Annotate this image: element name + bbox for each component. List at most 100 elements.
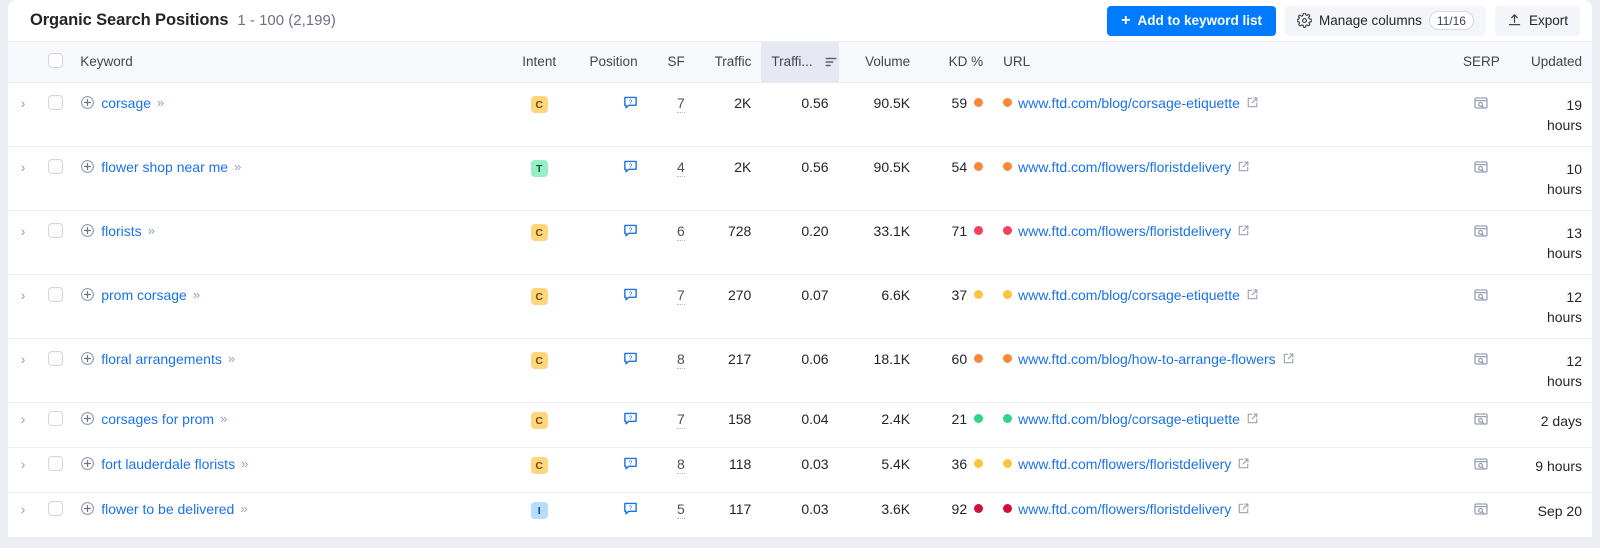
- row-checkbox[interactable]: [48, 455, 64, 471]
- header-url[interactable]: URL: [993, 42, 1444, 83]
- header-volume[interactable]: Volume: [838, 42, 921, 83]
- header-kd[interactable]: KD %: [920, 42, 994, 83]
- manage-columns-button[interactable]: Manage columns 11/16: [1285, 5, 1486, 36]
- select-all-checkbox[interactable]: [48, 52, 64, 68]
- url-link[interactable]: www.ftd.com/flowers/floristdelivery: [1018, 501, 1231, 517]
- external-link-icon[interactable]: [1282, 352, 1295, 365]
- url-link[interactable]: www.ftd.com/blog/corsage-etiquette: [1018, 95, 1240, 111]
- serp-preview-icon[interactable]: [1473, 95, 1489, 111]
- keyword-more-icon[interactable]: »: [148, 224, 155, 237]
- keyword-link[interactable]: corsage: [101, 95, 151, 111]
- url-link[interactable]: www.ftd.com/flowers/floristdelivery: [1018, 159, 1231, 175]
- intent-badge[interactable]: I: [530, 502, 548, 520]
- sf-question-icon[interactable]: ?: [623, 159, 638, 174]
- add-keyword-icon[interactable]: [80, 351, 95, 366]
- export-button[interactable]: Export: [1494, 5, 1580, 36]
- expand-row-icon[interactable]: ›: [21, 223, 26, 238]
- external-link-icon[interactable]: [1246, 96, 1259, 109]
- row-checkbox[interactable]: [48, 158, 64, 174]
- url-link[interactable]: www.ftd.com/blog/corsage-etiquette: [1018, 287, 1240, 303]
- serp-preview-icon[interactable]: [1473, 287, 1489, 303]
- expand-row-icon[interactable]: ›: [21, 351, 26, 366]
- sf-question-icon[interactable]: ?: [623, 411, 638, 426]
- header-intent[interactable]: Intent: [508, 42, 571, 83]
- external-link-icon[interactable]: [1246, 288, 1259, 301]
- url-link[interactable]: www.ftd.com/blog/corsage-etiquette: [1018, 411, 1240, 427]
- keyword-more-icon[interactable]: »: [193, 288, 200, 301]
- keyword-more-icon[interactable]: »: [157, 96, 164, 109]
- intent-badge[interactable]: C: [530, 457, 548, 475]
- expand-row-icon[interactable]: ›: [21, 411, 26, 426]
- add-keyword-icon[interactable]: [80, 159, 95, 174]
- keyword-link[interactable]: floral arrangements: [101, 351, 222, 367]
- external-link-icon[interactable]: [1237, 224, 1250, 237]
- external-link-icon[interactable]: [1237, 160, 1250, 173]
- row-checkbox[interactable]: [48, 94, 64, 110]
- serp-preview-icon[interactable]: [1473, 223, 1489, 239]
- header-traffic[interactable]: Traffic: [694, 42, 762, 83]
- sf-question-icon[interactable]: ?: [623, 351, 638, 366]
- header-position[interactable]: Position: [570, 42, 648, 83]
- sf-question-icon[interactable]: ?: [623, 95, 638, 110]
- serp-preview-icon[interactable]: [1473, 456, 1489, 472]
- add-keyword-icon[interactable]: [80, 95, 95, 110]
- keyword-more-icon[interactable]: »: [234, 160, 241, 173]
- position-value[interactable]: 6: [677, 222, 685, 241]
- position-value[interactable]: 7: [677, 410, 685, 429]
- add-keyword-icon[interactable]: [80, 501, 95, 516]
- intent-badge[interactable]: C: [530, 288, 548, 306]
- position-value[interactable]: 4: [677, 158, 685, 177]
- header-sf[interactable]: SF: [647, 42, 695, 83]
- row-checkbox[interactable]: [48, 222, 64, 238]
- external-link-icon[interactable]: [1246, 412, 1259, 425]
- position-value[interactable]: 7: [677, 286, 685, 305]
- serp-preview-icon[interactable]: [1473, 159, 1489, 175]
- add-keyword-icon[interactable]: [80, 287, 95, 302]
- position-value[interactable]: 8: [677, 455, 685, 474]
- row-checkbox[interactable]: [48, 500, 64, 516]
- sf-question-icon[interactable]: ?: [623, 287, 638, 302]
- expand-row-icon[interactable]: ›: [21, 501, 26, 516]
- expand-row-icon[interactable]: ›: [21, 159, 26, 174]
- add-keyword-icon[interactable]: [80, 456, 95, 471]
- add-keyword-icon[interactable]: [80, 223, 95, 238]
- intent-badge[interactable]: C: [530, 412, 548, 430]
- external-link-icon[interactable]: [1237, 502, 1250, 515]
- keyword-link[interactable]: florists: [101, 223, 141, 239]
- header-keyword[interactable]: Keyword: [70, 42, 509, 83]
- sf-question-icon[interactable]: ?: [623, 501, 638, 516]
- row-checkbox[interactable]: [48, 410, 64, 426]
- header-serp[interactable]: SERP: [1443, 42, 1519, 83]
- url-link[interactable]: www.ftd.com/flowers/floristdelivery: [1018, 456, 1231, 472]
- url-link[interactable]: www.ftd.com/flowers/floristdelivery: [1018, 223, 1231, 239]
- row-checkbox[interactable]: [48, 286, 64, 302]
- position-value[interactable]: 7: [677, 94, 685, 113]
- serp-preview-icon[interactable]: [1473, 501, 1489, 517]
- intent-badge[interactable]: C: [530, 224, 548, 242]
- header-updated[interactable]: Updated: [1518, 42, 1592, 83]
- sf-question-icon[interactable]: ?: [623, 456, 638, 471]
- keyword-link[interactable]: corsages for prom: [101, 411, 214, 427]
- sf-question-icon[interactable]: ?: [623, 223, 638, 238]
- keyword-more-icon[interactable]: »: [228, 352, 235, 365]
- keyword-link[interactable]: flower shop near me: [101, 159, 228, 175]
- keyword-more-icon[interactable]: »: [240, 502, 247, 515]
- url-link[interactable]: www.ftd.com/blog/how-to-arrange-flowers: [1018, 351, 1276, 367]
- intent-badge[interactable]: T: [530, 160, 548, 178]
- keyword-more-icon[interactable]: »: [220, 412, 227, 425]
- header-traffic-percent[interactable]: Traffi...: [761, 42, 839, 83]
- expand-row-icon[interactable]: ›: [21, 95, 26, 110]
- expand-row-icon[interactable]: ›: [21, 456, 26, 471]
- add-to-keyword-list-button[interactable]: + Add to keyword list: [1107, 5, 1277, 36]
- keyword-link[interactable]: fort lauderdale florists: [101, 456, 235, 472]
- serp-preview-icon[interactable]: [1473, 411, 1489, 427]
- expand-row-icon[interactable]: ›: [21, 287, 26, 302]
- keyword-link[interactable]: prom corsage: [101, 287, 187, 303]
- keyword-link[interactable]: flower to be delivered: [101, 501, 234, 517]
- sort-icon[interactable]: [824, 55, 838, 69]
- intent-badge[interactable]: C: [530, 96, 548, 114]
- position-value[interactable]: 5: [677, 500, 685, 519]
- serp-preview-icon[interactable]: [1473, 351, 1489, 367]
- intent-badge[interactable]: C: [530, 352, 548, 370]
- row-checkbox[interactable]: [48, 350, 64, 366]
